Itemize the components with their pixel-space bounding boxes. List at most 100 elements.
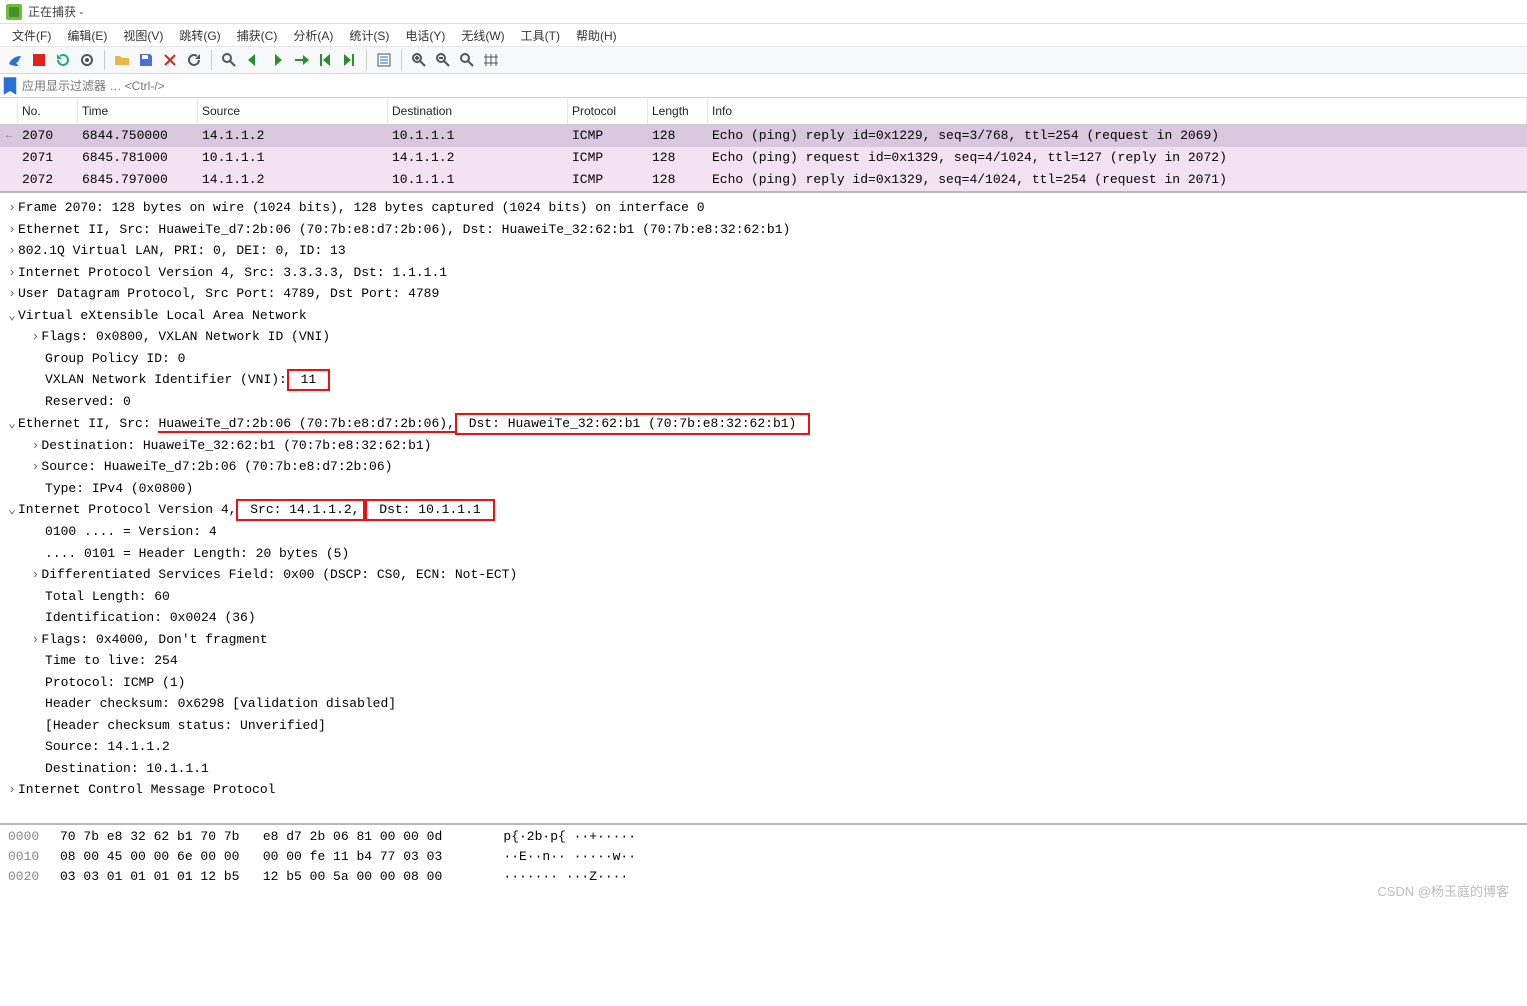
menu-item[interactable]: 编辑(E) <box>59 25 115 46</box>
find-icon[interactable] <box>218 49 240 71</box>
autoscroll-icon[interactable] <box>373 49 395 71</box>
last-icon[interactable] <box>338 49 360 71</box>
goto-icon[interactable] <box>290 49 312 71</box>
close-icon[interactable] <box>159 49 181 71</box>
tree-ip-ttl[interactable]: Time to live: 254 <box>0 650 1527 672</box>
display-filter-bar <box>0 74 1527 98</box>
highlight-ip-src: Src: 14.1.1.2, <box>236 499 365 521</box>
chevron-down-icon[interactable]: ⌄ <box>6 305 18 327</box>
tree-ipv4-inner: ⌄Internet Protocol Version 4, Src: 14.1.… <box>0 499 1527 521</box>
tree-udp: ›User Datagram Protocol, Src Port: 4789,… <box>0 283 1527 305</box>
chevron-right-icon[interactable]: › <box>6 197 18 219</box>
menu-item[interactable]: 无线(W) <box>453 25 512 46</box>
tree-ip-checksum[interactable]: Header checksum: 0x6298 [validation disa… <box>0 693 1527 715</box>
menu-item[interactable]: 统计(S) <box>341 25 397 46</box>
resize-cols-icon[interactable] <box>480 49 502 71</box>
packet-list-header: No.TimeSourceDestinationProtocolLengthIn… <box>0 98 1527 125</box>
options-icon[interactable] <box>76 49 98 71</box>
tree-ip-src[interactable]: Source: 14.1.1.2 <box>0 736 1527 758</box>
zoom-in-icon[interactable] <box>408 49 430 71</box>
menu-item[interactable]: 电话(Y) <box>397 25 453 46</box>
hex-row[interactable]: 001008 00 45 00 00 6e 00 00 00 00 fe 11 … <box>0 847 1527 867</box>
tree-ip-dscp: ›Differentiated Services Field: 0x00 (DS… <box>0 564 1527 586</box>
tree-icmp: ›Internet Control Message Protocol <box>0 779 1527 801</box>
stop-icon[interactable] <box>28 49 50 71</box>
chevron-right-icon[interactable]: › <box>6 283 18 305</box>
column-header[interactable]: Time <box>78 98 198 124</box>
column-header[interactable]: Source <box>198 98 388 124</box>
packet-row[interactable]: 20716845.78100010.1.1.114.1.1.2ICMP128Ec… <box>0 147 1527 169</box>
tree-vxlan-vni[interactable]: VXLAN Network Identifier (VNI): 11 <box>0 369 1527 391</box>
tree-ip-ident[interactable]: Identification: 0x0024 (36) <box>0 607 1527 629</box>
menu-item[interactable]: 分析(A) <box>285 25 341 46</box>
tree-vxlan-flags: ›Flags: 0x0800, VXLAN Network ID (VNI) <box>0 326 1527 348</box>
tree-ip-totlen[interactable]: Total Length: 60 <box>0 586 1527 608</box>
chevron-right-icon[interactable]: › <box>29 435 41 457</box>
highlight-eth-dst: Dst: HuaweiTe_32:62:b1 (70:7b:e8:32:62:b… <box>455 413 810 435</box>
highlight-vni: 11 <box>287 369 330 391</box>
display-filter-input[interactable] <box>20 77 1527 95</box>
tree-vlan: ›802.1Q Virtual LAN, PRI: 0, DEI: 0, ID:… <box>0 240 1527 262</box>
menu-item[interactable]: 捕获(C) <box>229 25 286 46</box>
column-header[interactable] <box>0 98 18 124</box>
packet-list[interactable]: ←20706844.75000014.1.1.210.1.1.1ICMP128E… <box>0 125 1527 191</box>
packet-details-pane[interactable]: ›Frame 2070: 128 bytes on wire (1024 bit… <box>0 191 1527 823</box>
menu-item[interactable]: 工具(T) <box>513 25 568 46</box>
highlight-eth-src: HuaweiTe_d7:2b:06 (70:7b:e8:d7:2b:06), <box>158 416 454 433</box>
title-bar: 正在捕获 - <box>0 0 1527 24</box>
chevron-down-icon[interactable]: ⌄ <box>6 413 18 435</box>
column-header[interactable]: Protocol <box>568 98 648 124</box>
menu-item[interactable]: 跳转(G) <box>171 25 228 46</box>
arrow-icon: ← <box>0 125 18 147</box>
restart-icon[interactable] <box>52 49 74 71</box>
menu-item[interactable]: 视图(V) <box>115 25 171 46</box>
tree-vxlan-gpid[interactable]: Group Policy ID: 0 <box>0 348 1527 370</box>
chevron-right-icon[interactable]: › <box>6 779 18 801</box>
packet-row[interactable]: 20726845.79700014.1.1.210.1.1.1ICMP128Ec… <box>0 169 1527 191</box>
tree-eth-src: ›Source: HuaweiTe_d7:2b:06 (70:7b:e8:d7:… <box>0 456 1527 478</box>
arrow-icon <box>0 147 18 169</box>
packet-bytes-pane[interactable]: 000070 7b e8 32 62 b1 70 7b e8 d7 2b 06 … <box>0 823 1527 889</box>
tree-eth-type[interactable]: Type: IPv4 (0x0800) <box>0 478 1527 500</box>
tree-vxlan-reserved[interactable]: Reserved: 0 <box>0 391 1527 413</box>
toolbar <box>0 46 1527 74</box>
column-header[interactable]: Length <box>648 98 708 124</box>
chevron-right-icon[interactable]: › <box>6 262 18 284</box>
bookmark-icon[interactable] <box>0 76 20 96</box>
column-header[interactable]: Destination <box>388 98 568 124</box>
open-icon[interactable] <box>111 49 133 71</box>
packet-row[interactable]: ←20706844.75000014.1.1.210.1.1.1ICMP128E… <box>0 125 1527 147</box>
chevron-right-icon[interactable]: › <box>6 219 18 241</box>
column-header[interactable]: No. <box>18 98 78 124</box>
tree-ip-checksum-status[interactable]: [Header checksum status: Unverified] <box>0 715 1527 737</box>
reload-icon[interactable] <box>183 49 205 71</box>
chevron-right-icon[interactable]: › <box>29 629 41 651</box>
toolbar-separator <box>104 50 105 70</box>
column-header[interactable]: Info <box>708 98 1527 124</box>
tree-eth-inner: ⌄Ethernet II, Src: HuaweiTe_d7:2b:06 (70… <box>0 413 1527 435</box>
first-icon[interactable] <box>314 49 336 71</box>
window-title: 正在捕获 - <box>28 3 83 20</box>
forward-icon[interactable] <box>266 49 288 71</box>
chevron-right-icon[interactable]: › <box>6 240 18 262</box>
chevron-right-icon[interactable]: › <box>29 564 41 586</box>
chevron-down-icon[interactable]: ⌄ <box>6 499 18 521</box>
tree-ip-proto[interactable]: Protocol: ICMP (1) <box>0 672 1527 694</box>
shark-icon[interactable] <box>4 49 26 71</box>
tree-ip-flags: ›Flags: 0x4000, Don't fragment <box>0 629 1527 651</box>
chevron-right-icon[interactable]: › <box>29 456 41 478</box>
zoom-reset-icon[interactable] <box>456 49 478 71</box>
menu-item[interactable]: 帮助(H) <box>568 25 625 46</box>
hex-row[interactable]: 002003 03 01 01 01 01 12 b5 12 b5 00 5a … <box>0 867 1527 887</box>
menu-item[interactable]: 文件(F) <box>4 25 59 46</box>
menu-bar: 文件(F)编辑(E)视图(V)跳转(G)捕获(C)分析(A)统计(S)电话(Y)… <box>0 24 1527 46</box>
zoom-out-icon[interactable] <box>432 49 454 71</box>
hex-row[interactable]: 000070 7b e8 32 62 b1 70 7b e8 d7 2b 06 … <box>0 827 1527 847</box>
back-icon[interactable] <box>242 49 264 71</box>
tree-ip-version[interactable]: 0100 .... = Version: 4 <box>0 521 1527 543</box>
save-icon[interactable] <box>135 49 157 71</box>
toolbar-separator <box>211 50 212 70</box>
chevron-right-icon[interactable]: › <box>29 326 41 348</box>
tree-ip-dst[interactable]: Destination: 10.1.1.1 <box>0 758 1527 780</box>
tree-ip-hlen[interactable]: .... 0101 = Header Length: 20 bytes (5) <box>0 543 1527 565</box>
